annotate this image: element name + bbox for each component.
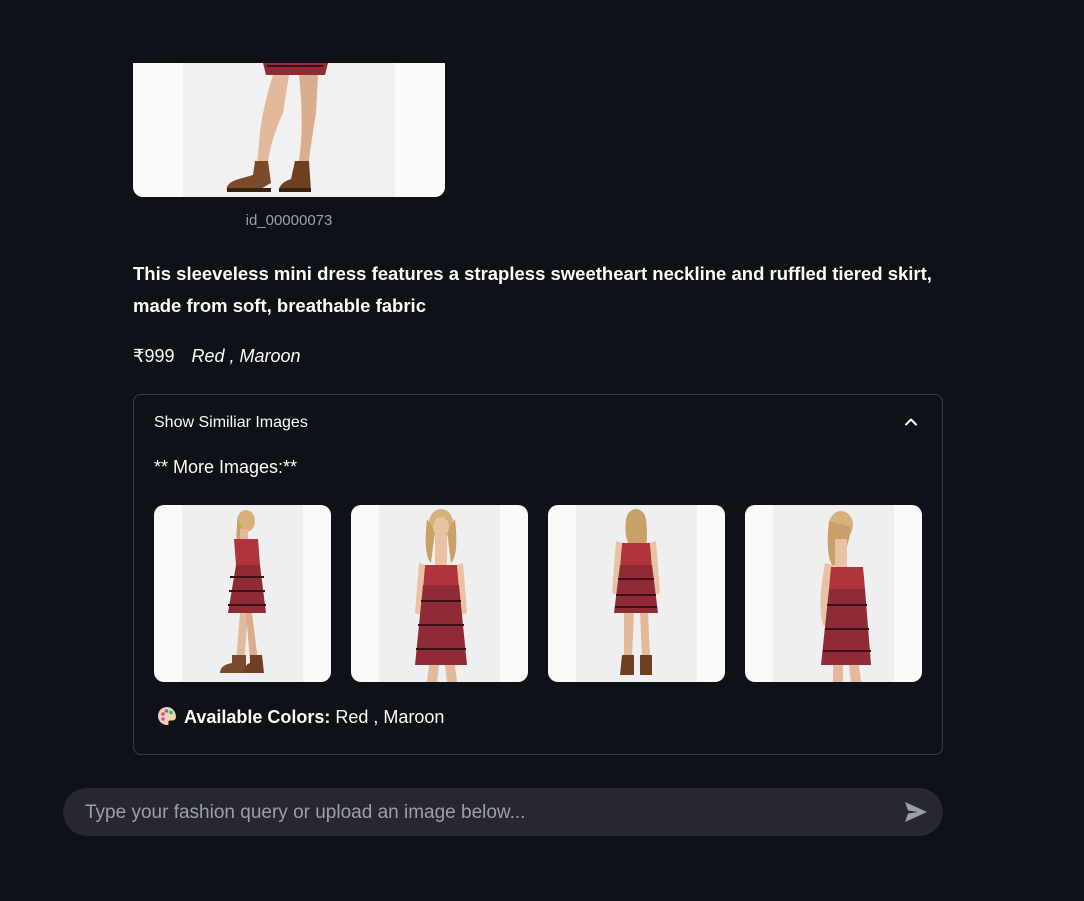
send-icon[interactable] xyxy=(903,800,929,824)
available-colors-value: Red , Maroon xyxy=(330,707,445,727)
similar-images-expander: Show Similiar Images ** More Images:** A… xyxy=(133,394,943,755)
chat-page: id_00000073 This sleeveless mini dress f… xyxy=(0,0,1084,901)
palette-icon xyxy=(158,707,176,725)
similar-image-2[interactable] xyxy=(351,505,528,682)
chat-input[interactable] xyxy=(83,788,887,838)
chat-input-bar xyxy=(63,788,943,838)
more-images-label: ** More Images:** xyxy=(154,457,298,477)
chevron-up-icon[interactable] xyxy=(904,415,918,429)
similar-image-1[interactable] xyxy=(154,505,331,682)
product-description: This sleeveless mini dress features a st… xyxy=(133,263,932,316)
available-colors-label: Available Colors: xyxy=(184,707,331,727)
similar-images-grid xyxy=(154,505,922,682)
product-image-caption: id_00000073 xyxy=(245,212,333,229)
product-colors: Red , Maroon xyxy=(191,346,301,366)
expander-title[interactable]: Show Similiar Images xyxy=(154,414,308,432)
available-colors: Available Colors: Red , Maroon xyxy=(156,705,444,728)
product-photo-illustration xyxy=(226,63,328,192)
product-image xyxy=(133,63,445,197)
price-row: ₹999 Red , Maroon xyxy=(133,346,301,367)
similar-image-4[interactable] xyxy=(745,505,922,682)
product-price: ₹999 xyxy=(133,346,175,366)
similar-image-3[interactable] xyxy=(548,505,725,682)
